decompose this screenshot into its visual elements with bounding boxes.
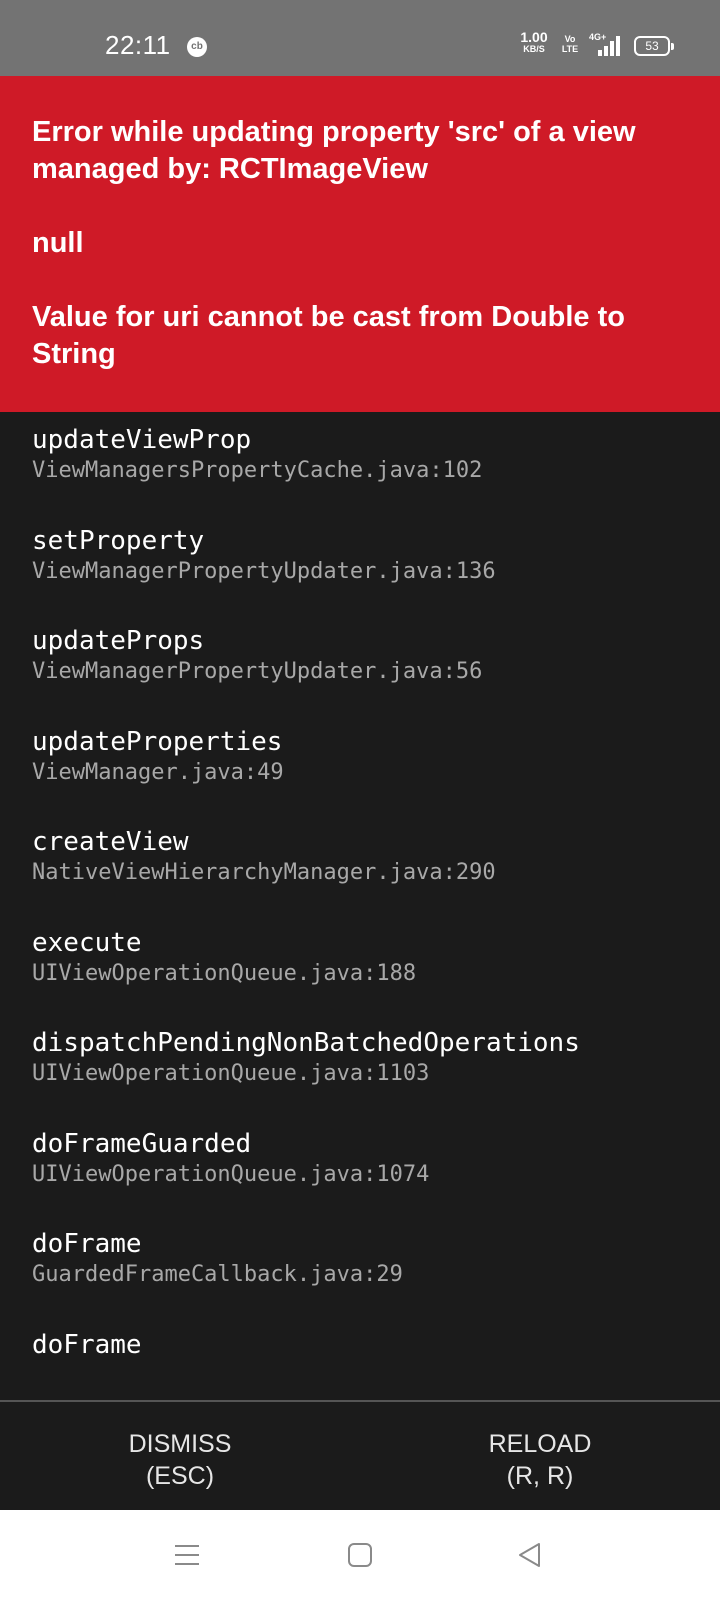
reload-button-label: RELOAD [488, 1430, 592, 1458]
cb-notification-icon: cb [187, 37, 207, 57]
volte-bottom-label: LTE [561, 44, 579, 54]
navigation-bar [0, 1510, 720, 1600]
stack-frame[interactable]: createView NativeViewHierarchyManager.ja… [32, 826, 712, 888]
stack-frame-file: UIViewOperationQueue.java:188 [32, 961, 417, 986]
dismiss-button-label: DISMISS [128, 1430, 232, 1458]
network-type-label: 4G+ [589, 32, 607, 42]
stack-frame-method: createView [32, 827, 189, 857]
network-speed-value: 1.00 [520, 29, 548, 45]
stack-frame[interactable]: setProperty ViewManagerPropertyUpdater.j… [32, 525, 712, 587]
reload-button[interactable]: RELOAD (R, R) [440, 1428, 640, 1492]
stack-frame-method: dispatchPendingNonBatchedOperations [32, 1028, 580, 1058]
volte-icon: Vo LTE [561, 34, 579, 54]
status-bar: 22:11 cb 1.00 KB/S Vo LTE 4G+ 53 [0, 0, 720, 76]
stack-frame[interactable]: execute UIViewOperationQueue.java:188 [32, 927, 712, 989]
error-message: Value for uri cannot be cast from Double… [32, 301, 625, 370]
stack-frame-method: execute [32, 928, 142, 958]
home-icon[interactable] [345, 1540, 375, 1570]
stack-frame-method: doFrame [32, 1330, 142, 1360]
stack-trace-list[interactable]: updateViewProp ViewManagersPropertyCache… [0, 412, 720, 1400]
volte-top-label: Vo [564, 34, 576, 44]
error-header: Error while updating property 'src' of a… [0, 76, 720, 412]
signal-bar [604, 46, 608, 56]
stack-frame[interactable]: updateProperties ViewManager.java:49 [32, 726, 712, 788]
stack-frame[interactable]: updateProps ViewManagerPropertyUpdater.j… [32, 625, 712, 687]
dismiss-button[interactable]: DISMISS (ESC) [80, 1428, 280, 1492]
stack-frame-method: doFrame [32, 1229, 142, 1259]
signal-bar [598, 50, 602, 56]
signal-bar [610, 41, 614, 56]
menu-icon[interactable] [172, 1540, 202, 1570]
stack-frame[interactable]: doFrameGuarded UIViewOperationQueue.java… [32, 1128, 712, 1190]
stack-frame-file: ViewManagerPropertyUpdater.java:56 [32, 659, 483, 684]
signal-bar [616, 36, 620, 56]
redbox-actions: DISMISS (ESC) RELOAD (R, R) [0, 1400, 720, 1510]
stack-frame-method: doFrameGuarded [32, 1129, 252, 1159]
back-icon[interactable] [515, 1540, 545, 1570]
network-speed: 1.00 KB/S [518, 29, 550, 55]
stack-frame-method: updateViewProp [32, 425, 252, 455]
battery-level: 53 [645, 39, 659, 53]
stack-frame[interactable]: dispatchPendingNonBatchedOperations UIVi… [32, 1027, 712, 1089]
stack-frame[interactable]: updateViewProp ViewManagersPropertyCache… [32, 424, 712, 486]
status-time: 22:11 [105, 30, 171, 60]
stack-frame-file: ViewManager.java:49 [32, 760, 284, 785]
error-title: Error while updating property 'src' of a… [32, 116, 636, 185]
error-detail: null [32, 227, 84, 259]
stack-frame-method: updateProperties [32, 727, 283, 757]
stack-frame[interactable]: doFrame [32, 1329, 712, 1361]
stack-frame-file: GuardedFrameCallback.java:29 [32, 1262, 403, 1287]
stack-frame-file: ViewManagersPropertyCache.java:102 [32, 458, 483, 483]
stack-frame-file: ViewManagerPropertyUpdater.java:136 [32, 559, 496, 584]
dismiss-button-shortcut: (ESC) [145, 1462, 215, 1490]
stack-frame-method: updateProps [32, 626, 205, 656]
signal-icon: 4G+ [589, 32, 620, 56]
stack-frame[interactable]: doFrame GuardedFrameCallback.java:29 [32, 1228, 712, 1290]
stack-frame-file: UIViewOperationQueue.java:1103 [32, 1061, 430, 1086]
reload-button-shortcut: (R, R) [506, 1462, 574, 1490]
battery-icon: 53 [634, 36, 674, 56]
stack-frame-file: NativeViewHierarchyManager.java:290 [32, 860, 496, 885]
stack-frame-file: UIViewOperationQueue.java:1074 [32, 1162, 430, 1187]
stack-frame-method: setProperty [32, 526, 205, 556]
